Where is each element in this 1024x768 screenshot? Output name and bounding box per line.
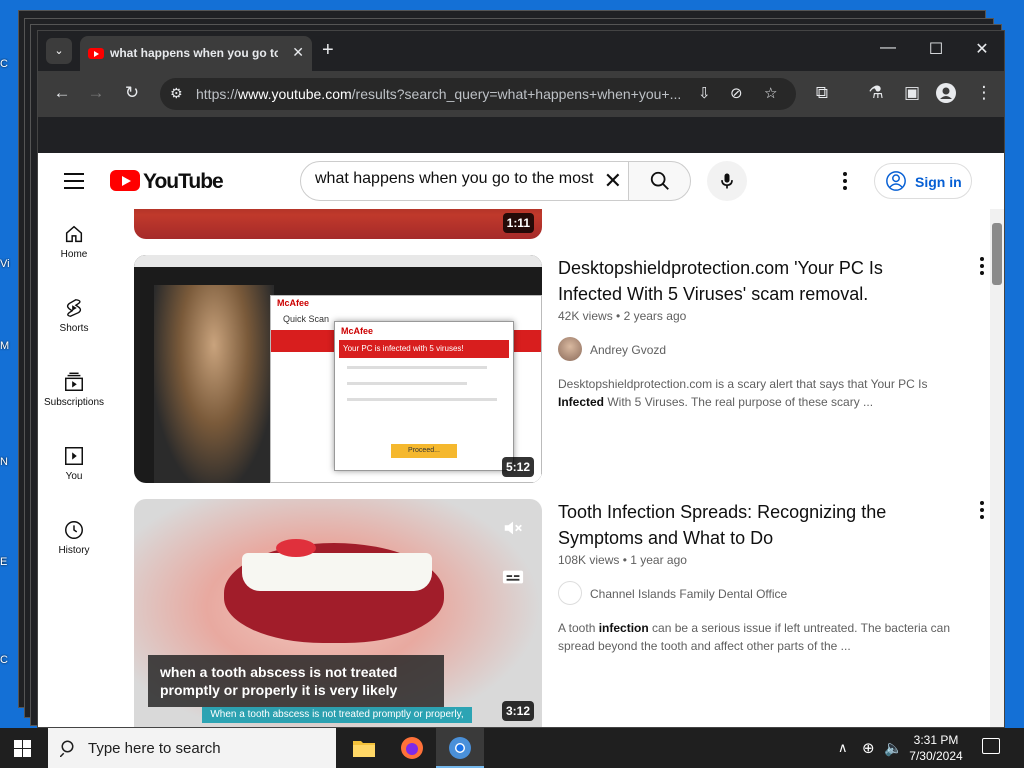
channel-name[interactable]: Channel Islands Family Dental Office — [590, 587, 787, 601]
video-thumbnail[interactable]: McAfee Quick Scan McAfee Your PC is infe… — [134, 255, 542, 483]
address-bar[interactable]: ⚙ https://www.youtube.com/results?search… — [160, 78, 796, 110]
firefox-icon — [401, 737, 423, 759]
chrome-icon — [449, 737, 471, 759]
title-bar: ⌄ what happens when you go to ✕ + — ☐ ✕ — [38, 31, 1004, 71]
duration-badge: 3:12 — [501, 701, 534, 721]
tab-close-icon[interactable]: ✕ — [292, 44, 304, 61]
youtube-favicon-icon — [88, 48, 104, 59]
guide-item-subscriptions[interactable]: Subscriptions — [38, 357, 110, 417]
video-thumbnail[interactable]: 1:11 — [134, 209, 542, 239]
site-info-icon[interactable]: ⚙ — [170, 85, 183, 102]
show-hidden-icons[interactable]: ∧ — [838, 740, 848, 756]
settings-more-icon[interactable] — [843, 172, 847, 193]
caption-overlay: when a tooth abscess is not treated promp… — [148, 655, 444, 707]
browser-menu-icon[interactable]: ⋮ — [972, 83, 996, 103]
new-tab-button[interactable]: + — [322, 39, 334, 62]
sign-in-button[interactable]: Sign in — [874, 163, 972, 199]
masthead: YouTube ✕ Sign in — [38, 153, 1004, 209]
youtube-play-icon — [110, 170, 140, 191]
voice-search-button[interactable] — [707, 161, 747, 201]
channel-avatar[interactable] — [558, 337, 582, 361]
maximize-button[interactable]: ☐ — [916, 39, 956, 59]
extensions-icon[interactable]: ⧉ — [810, 83, 834, 103]
burned-subtitle: When a tooth abscess is not treated prom… — [202, 707, 472, 723]
folder-icon — [353, 741, 375, 757]
microphone-icon — [721, 173, 733, 189]
duration-badge: 1:11 — [502, 213, 534, 233]
bookmark-star-icon[interactable]: ☆ — [764, 84, 777, 102]
bookmarks-area — [38, 117, 1004, 153]
video-thumbnail[interactable]: when a tooth abscess is not treated promp… — [134, 499, 542, 727]
volume-muted-icon[interactable]: 🔈 — [884, 739, 903, 757]
install-app-icon[interactable]: ⇩ — [698, 84, 711, 102]
taskbar-file-explorer[interactable] — [340, 728, 388, 768]
subscriptions-icon — [65, 372, 83, 391]
start-windows-icon[interactable] — [14, 740, 31, 757]
guide-item-home[interactable]: Home — [38, 209, 110, 269]
search-button[interactable] — [628, 161, 691, 201]
you-icon — [65, 447, 83, 465]
captions-icon[interactable] — [502, 569, 524, 585]
video-description: A tooth infection can be a serious issue… — [558, 621, 950, 653]
youtube-page: YouTube ✕ Sign in Home — [38, 153, 1004, 727]
tab-youtube[interactable]: what happens when you go to ✕ — [80, 36, 312, 71]
home-icon — [65, 225, 83, 243]
taskbar-search[interactable]: Type here to search — [48, 728, 336, 768]
guide-item-you[interactable]: You — [38, 431, 110, 491]
tab-title: what happens when you go to — [110, 46, 278, 60]
guide-item-shorts[interactable]: Shorts — [38, 283, 110, 343]
reload-button[interactable]: ↻ — [120, 83, 144, 103]
search-icon — [650, 171, 669, 190]
forward-button[interactable]: → — [84, 83, 108, 103]
duration-badge: 5:12 — [501, 457, 534, 477]
browser-window: ⌄ what happens when you go to ✕ + — ☐ ✕ … — [37, 30, 1005, 728]
video-metadata: 108K views • 1 year ago — [558, 553, 687, 567]
video-title[interactable]: Desktopshieldprotection.com 'Your PC Is … — [558, 255, 898, 307]
tracking-protection-icon[interactable]: ⊘ — [730, 84, 743, 102]
channel-name[interactable]: Andrey Gvozd — [590, 343, 666, 357]
search-results: 1:11 McAfee Quick Scan McAfee Your PC is… — [110, 209, 994, 727]
minimize-button[interactable]: — — [868, 39, 908, 57]
profile-avatar-icon[interactable] — [934, 83, 958, 108]
video-actions-icon[interactable] — [980, 501, 984, 522]
search-icon — [60, 740, 74, 757]
channel-avatar[interactable] — [558, 581, 582, 605]
notifications-icon[interactable] — [982, 738, 1000, 754]
taskbar-chrome[interactable] — [436, 728, 484, 768]
url-text[interactable]: https://www.youtube.com/results?search_q… — [196, 86, 696, 102]
network-globe-icon[interactable]: ⊕ — [862, 739, 875, 757]
labs-flask-icon[interactable]: ⚗ — [864, 83, 888, 103]
guide-menu-icon[interactable] — [64, 173, 84, 189]
video-metadata: 42K views • 2 years ago — [558, 309, 687, 323]
guide-item-history[interactable]: History — [38, 505, 110, 565]
shorts-icon — [66, 299, 82, 317]
clear-search-icon[interactable]: ✕ — [604, 168, 622, 194]
taskbar-clock[interactable]: 3:31 PM 7/30/2024 — [904, 732, 968, 764]
side-panel-icon[interactable]: ▣ — [900, 83, 924, 103]
mute-icon[interactable] — [502, 517, 524, 539]
taskbar: Type here to search ∧ ⊕ 🔈 3:31 PM 7/30/2… — [0, 728, 1024, 768]
close-button[interactable]: ✕ — [962, 39, 1002, 59]
account-icon — [886, 171, 906, 191]
guide-sidebar: Home Shorts Subscriptions You History — [38, 209, 110, 727]
back-button[interactable]: ← — [50, 83, 74, 103]
search-input[interactable] — [315, 170, 595, 188]
page-scrollbar[interactable] — [990, 209, 1004, 727]
video-description: Desktopshieldprotection.com is a scary a… — [558, 377, 928, 409]
history-icon — [65, 521, 83, 539]
taskbar-firefox[interactable] — [388, 728, 436, 768]
search-box[interactable]: ✕ — [300, 161, 629, 201]
browser-toolbar: ← → ↻ ⚙ https://www.youtube.com/results?… — [38, 71, 1004, 117]
scrollbar-thumb[interactable] — [992, 223, 1002, 285]
video-actions-icon[interactable] — [980, 257, 984, 278]
tab-search-button[interactable]: ⌄ — [46, 38, 72, 64]
video-title[interactable]: Tooth Infection Spreads: Recognizing the… — [558, 499, 898, 551]
